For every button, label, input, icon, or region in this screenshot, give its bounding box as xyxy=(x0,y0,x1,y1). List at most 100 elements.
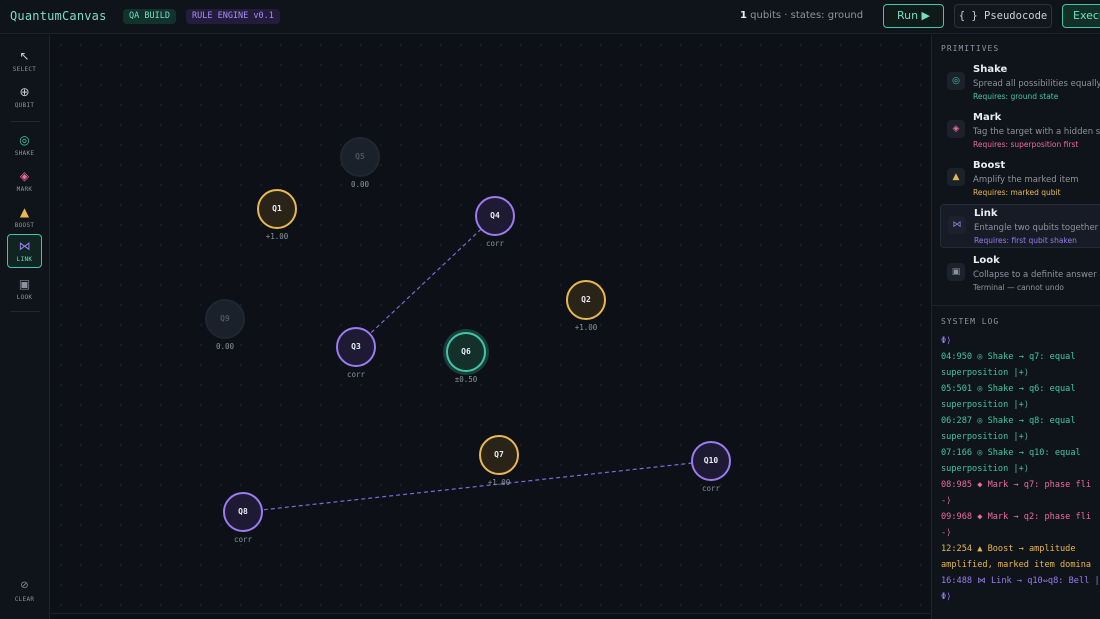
rule-engine-badge: RULE ENGINE v0.1 xyxy=(186,9,280,24)
log-entry: 08:985 ◆ Mark → q7: phase fli -⟩ xyxy=(941,480,1092,506)
pseudocode-button[interactable]: { } Pseudocode xyxy=(954,4,1052,28)
tool-look[interactable]: ▣ LOOK xyxy=(7,273,42,307)
tool-look-label: LOOK xyxy=(16,294,33,301)
qubit-node-q3[interactable]: Q3 xyxy=(336,327,376,367)
tool-mark[interactable]: ◈ MARK xyxy=(7,165,42,199)
mark-icon: ◈ xyxy=(947,120,965,138)
qubit-value: 0.00 xyxy=(350,180,370,189)
tool-shake[interactable]: ◎ SHAKE xyxy=(7,129,42,163)
cursor-icon: ↖ xyxy=(19,49,30,63)
tool-shake-label: SHAKE xyxy=(14,150,35,157)
tool-clear-label: CLEAR xyxy=(14,596,35,603)
link-icon: ⋈ xyxy=(18,239,31,253)
log-entry: Φ⟩ xyxy=(941,336,952,346)
app-logo: QuantumCanvas xyxy=(10,9,107,23)
canvas-footer xyxy=(51,613,930,619)
qubit-value: corr xyxy=(233,535,253,544)
boost-icon: ▲ xyxy=(947,168,965,186)
primitive-desc: Spread all possibilities equally xyxy=(973,79,1100,89)
top-bar: QuantumCanvas QA BUILD RULE ENGINE v0.1 … xyxy=(0,0,1100,34)
mark-icon: ◈ xyxy=(19,169,30,183)
tool-select[interactable]: ↖ SELECT xyxy=(7,45,42,79)
tool-boost[interactable]: ▲ BOOST xyxy=(7,201,42,235)
log-entry: 16:488 ⋈ Link → q10⇔q8: Bell |Φ⟩ xyxy=(941,576,1100,602)
qubit-node-q1[interactable]: Q1 xyxy=(257,189,297,229)
log-entry: 04:950 ◎ Shake → q7: equal superposition… xyxy=(941,352,1076,378)
tool-select-label: SELECT xyxy=(12,66,37,73)
primitive-boost[interactable]: ▲ Boost Amplify the marked item Requires… xyxy=(940,157,1100,201)
qubit-value: corr xyxy=(485,239,505,248)
primitive-name: Mark xyxy=(973,112,1002,123)
qubit-node-q4[interactable]: Q4 xyxy=(475,196,515,236)
target-icon: ⊕ xyxy=(19,85,30,99)
tool-link-label: LINK xyxy=(16,256,33,263)
qubit-value: +1.00 xyxy=(265,232,289,241)
log-entry: 12:254 ▲ Boost → amplitude amplified, ma… xyxy=(941,544,1092,570)
primitive-name: Link xyxy=(974,208,998,219)
panel-divider xyxy=(932,305,1100,306)
system-log: Φ⟩ 04:950 ◎ Shake → q7: equal superpositi… xyxy=(941,333,1100,605)
qa-build-badge: QA BUILD xyxy=(123,9,176,24)
qubit-value: corr xyxy=(701,484,721,493)
primitive-name: Shake xyxy=(973,64,1008,75)
qubit-value: +1.00 xyxy=(487,478,511,487)
shake-icon: ◎ xyxy=(19,133,30,147)
qubit-value: 0.00 xyxy=(215,342,235,351)
qubit-node-q5[interactable]: Q5 xyxy=(340,137,380,177)
primitive-look[interactable]: ▣ Look Collapse to a definite answer Ter… xyxy=(940,252,1100,296)
primitive-req: Requires: first qubit shaken xyxy=(974,236,1077,245)
qubit-value: ±0.50 xyxy=(454,375,478,384)
primitive-name: Look xyxy=(973,255,1000,266)
qubit-value: +1.00 xyxy=(574,323,598,332)
primitive-name: Boost xyxy=(973,160,1006,171)
primitive-link[interactable]: ⋈ Link Entangle two qubits together Requ… xyxy=(940,204,1100,248)
qubit-node-q9[interactable]: Q9 xyxy=(205,299,245,339)
toolbar-divider xyxy=(10,311,40,312)
primitive-req: Terminal — cannot undo xyxy=(973,283,1064,292)
log-entry: 05:501 ◎ Shake → q6: equal superposition… xyxy=(941,384,1076,410)
circuit-canvas[interactable]: Q5 0.00 Q1 +1.00 Q4 corr Q9 0.00 Q2 +1.00 Q3 corr Q6… xyxy=(51,35,930,613)
qubit-node-q10[interactable]: Q10 xyxy=(691,441,731,481)
status-text: qubits · states: ground xyxy=(746,10,864,21)
entangle-link xyxy=(355,215,496,348)
system-log-heading: SYSTEM LOG xyxy=(941,317,1000,326)
primitive-shake[interactable]: ◎ Shake Spread all possibilities equally… xyxy=(940,61,1100,105)
primitive-desc: Entangle two qubits together xyxy=(974,223,1099,233)
shake-icon: ◎ xyxy=(947,72,965,90)
primitives-heading: PRIMITIVES xyxy=(941,44,1000,53)
link-layer xyxy=(242,215,712,513)
primitive-desc: Collapse to a definite answer xyxy=(973,270,1097,280)
qubit-count: 1 xyxy=(740,10,747,21)
tool-sidebar: ↖ SELECT ⊕ QUBIT ◎ SHAKE ◈ MARK ▲ BOOST … xyxy=(0,35,50,619)
tool-boost-label: BOOST xyxy=(14,222,35,229)
link-icon: ⋈ xyxy=(948,216,966,234)
tool-qubit-label: QUBIT xyxy=(14,102,35,109)
run-button[interactable]: Run ▶ xyxy=(883,4,944,28)
qubit-node-q8[interactable]: Q8 xyxy=(223,492,263,532)
look-icon: ▣ xyxy=(947,263,965,281)
side-panel: PRIMITIVES ◎ Shake Spread all possibilit… xyxy=(931,35,1100,619)
boost-icon: ▲ xyxy=(19,205,30,219)
qubit-value: corr xyxy=(346,370,366,379)
primitive-desc: Amplify the marked item xyxy=(973,175,1079,185)
qubit-node-q2[interactable]: Q2 xyxy=(566,280,606,320)
qubit-status: 1 qubits · states: ground xyxy=(740,10,863,21)
log-entry: 07:166 ◎ Shake → q10: equal superpositio… xyxy=(941,448,1081,474)
primitive-mark[interactable]: ◈ Mark Tag the target with a hidden sig … xyxy=(940,109,1100,153)
tool-mark-label: MARK xyxy=(16,186,33,193)
qubit-node-q7[interactable]: Q7 xyxy=(479,435,519,475)
primitive-req: Requires: superposition first xyxy=(973,140,1079,149)
primitive-req: Requires: ground state xyxy=(973,92,1059,101)
toolbar-divider xyxy=(10,121,40,122)
clear-icon: ⊘ xyxy=(20,580,29,591)
qubit-node-q6[interactable]: Q6 xyxy=(446,332,486,372)
primitive-desc: Tag the target with a hidden sig xyxy=(973,127,1100,137)
tool-qubit[interactable]: ⊕ QUBIT xyxy=(7,81,42,115)
log-entry: 06:287 ◎ Shake → q8: equal superposition… xyxy=(941,416,1076,442)
tool-link[interactable]: ⋈ LINK xyxy=(7,234,42,268)
execute-button[interactable]: Execu xyxy=(1062,4,1100,28)
look-icon: ▣ xyxy=(18,277,31,291)
tool-clear[interactable]: ⊘ CLEAR xyxy=(7,575,42,609)
log-entry: 09:968 ◆ Mark → q2: phase fli -⟩ xyxy=(941,512,1092,538)
primitive-req: Requires: marked qubit xyxy=(973,188,1061,197)
